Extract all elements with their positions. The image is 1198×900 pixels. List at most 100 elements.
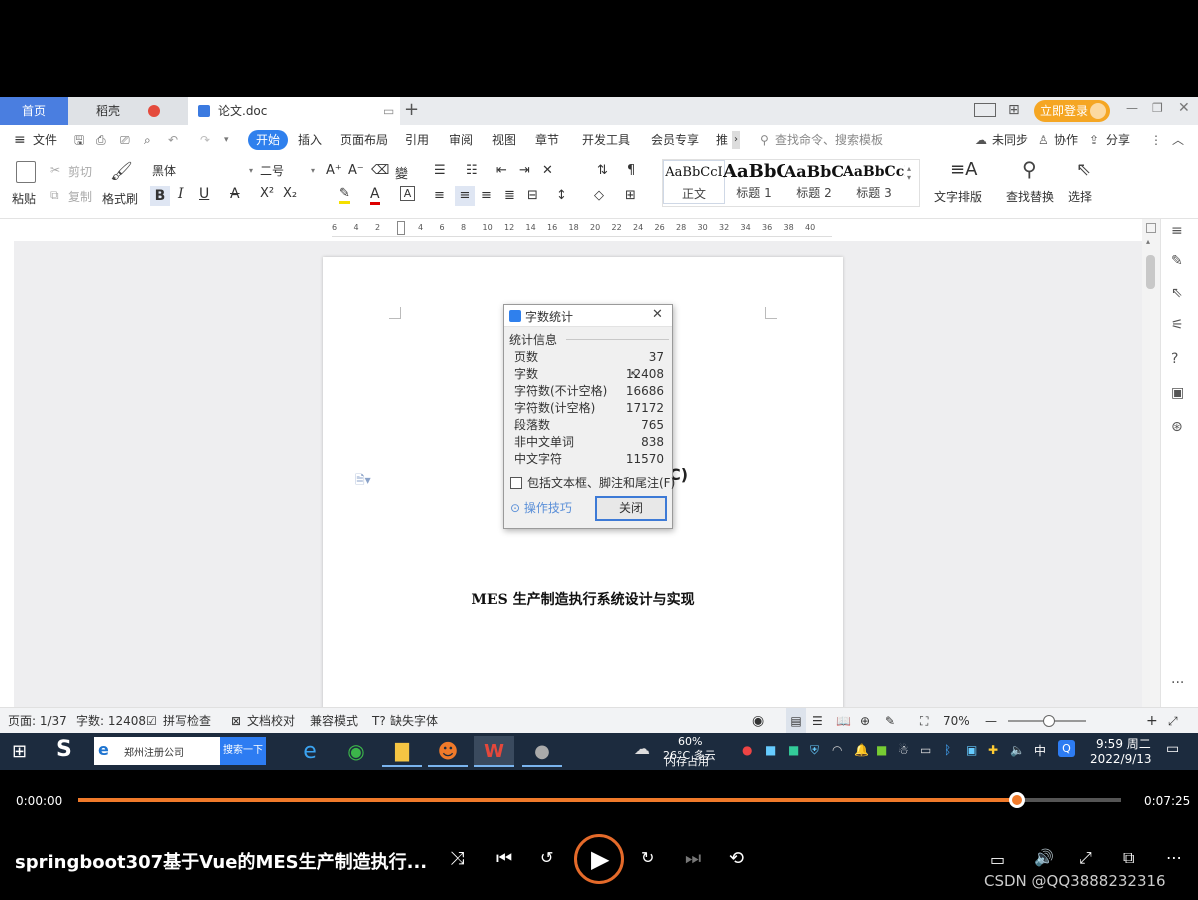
tab-doc[interactable]: 论文.doc ▭ — [188, 97, 400, 125]
menu-insert[interactable]: 插入 — [298, 125, 322, 155]
style-heading-1[interactable]: AaBbC 标题 1 — [723, 160, 785, 204]
undo-icon[interactable]: ↶ — [168, 125, 178, 155]
word-count-indicator[interactable]: 字数: 12408 — [76, 708, 146, 734]
tray-icon-1[interactable]: ● — [742, 743, 752, 757]
vertical-scrollbar[interactable]: ▴ ▾ — [1142, 219, 1160, 740]
paragraph-handle-icon[interactable]: 🗎▾ — [355, 471, 371, 492]
subtitles-icon[interactable]: ▭ — [990, 850, 1005, 869]
login-button[interactable]: 立即登录 — [1034, 100, 1110, 122]
italic-icon[interactable]: I — [178, 186, 184, 202]
menu-file[interactable]: 文件 — [33, 125, 57, 155]
hamburger-icon[interactable]: ≡ — [14, 125, 26, 155]
progress-track[interactable] — [78, 792, 1121, 808]
doc-proofing[interactable]: 文档校对 — [247, 708, 295, 734]
app-orange-icon[interactable]: ☻ — [428, 736, 468, 767]
dialog-close-icon[interactable]: ✕ — [652, 307, 663, 322]
restore-icon[interactable]: ❐ — [1152, 101, 1163, 115]
ime-indicator[interactable]: 中 — [1034, 742, 1046, 759]
more-options-icon[interactable]: ⋯ — [1166, 848, 1182, 867]
collab-button[interactable]: 协作 — [1054, 125, 1078, 155]
scroll-up-icon[interactable]: ▴ — [1146, 237, 1150, 246]
volume-icon[interactable]: 🔊 — [1034, 848, 1054, 867]
gallery-scroll-icon[interactable]: ▴ ▾ — [907, 164, 911, 182]
zoom-level[interactable]: 70% — [943, 708, 970, 734]
size-select[interactable]: 二号 ▾ — [256, 161, 318, 181]
zoom-out-icon[interactable]: — — [985, 708, 997, 734]
image-tool-icon[interactable]: ▣ — [1171, 385, 1184, 401]
copy-button[interactable]: 复制 — [68, 188, 92, 205]
chinese-layout-icon[interactable]: ✕ — [542, 163, 553, 178]
close-window-icon[interactable]: ✕ — [1178, 100, 1190, 116]
subscript-icon[interactable]: X₂ — [283, 186, 297, 201]
style-normal[interactable]: AaBbCcI 正文 — [663, 160, 725, 204]
new-tab-icon[interactable]: + — [404, 99, 419, 120]
repeat-icon[interactable]: ⟲ — [729, 848, 744, 869]
tray-icon-3[interactable]: ■ — [788, 743, 799, 757]
fit-page-icon[interactable]: ⛶ — [920, 708, 928, 734]
input-method-icon[interactable]: Q — [1058, 740, 1075, 757]
show-marks-icon[interactable]: ¶ — [627, 163, 635, 178]
quick-access-chevron-icon[interactable]: ▾ — [224, 125, 229, 155]
underline-icon[interactable]: U — [199, 186, 209, 202]
tray-icon-4[interactable]: ⛨ — [810, 743, 819, 758]
paste-button[interactable]: 粘贴 — [12, 190, 36, 207]
tray-icon-2[interactable]: ■ — [765, 743, 776, 757]
tips-link[interactable]: ⊙ 操作技巧 — [510, 500, 572, 516]
fullscreen-icon[interactable]: ⤢ — [1168, 708, 1178, 734]
char-border-icon[interactable]: A — [400, 186, 415, 201]
format-painter-button[interactable]: 格式刷 — [102, 190, 138, 207]
menu-view[interactable]: 视图 — [492, 125, 516, 155]
font-color-icon[interactable]: A — [370, 186, 380, 205]
write-view-icon[interactable]: ✎ — [885, 708, 895, 734]
action-center-icon[interactable]: ▭ — [1166, 741, 1179, 757]
search-button[interactable]: 搜索一下 — [220, 737, 266, 765]
distribute-icon[interactable]: ⊟ — [527, 188, 538, 203]
tab-monitor-icon[interactable]: ▭ — [383, 97, 394, 125]
sort-icon[interactable]: ⇅ — [597, 163, 608, 178]
wps-taskbar-icon[interactable]: W — [474, 736, 514, 767]
horizontal-ruler[interactable]: 642246810121416182022242628303234363840 — [0, 219, 1142, 241]
tray-icon-6[interactable]: ✚ — [988, 743, 998, 757]
line-spacing-icon[interactable]: ↕ — [556, 188, 567, 203]
paste-icon[interactable] — [16, 161, 36, 183]
cursor-icon[interactable]: ⇖ — [1171, 285, 1183, 301]
cut-button[interactable]: 剪切 — [68, 163, 92, 180]
more-dots-icon[interactable]: ··· — [1171, 675, 1184, 691]
menu-dev-tools[interactable]: 开发工具 — [582, 125, 630, 155]
page-indicator[interactable]: 页面: 1/37 — [8, 708, 67, 734]
increase-font-icon[interactable]: A⁺ — [326, 163, 342, 178]
outline-view-icon[interactable]: ☰ — [812, 708, 823, 734]
borders-icon[interactable]: ⊞ — [625, 188, 636, 203]
scrollbar-top-icon[interactable] — [1146, 223, 1156, 233]
search-box[interactable]: e 郑州注册公司 搜索一下 — [94, 737, 266, 765]
spell-check[interactable]: 拼写检查 — [163, 708, 211, 734]
clear-format-icon[interactable]: ⌫ — [371, 163, 389, 178]
align-center-icon[interactable]: ≡ — [455, 186, 475, 206]
save-icon[interactable]: 🖫 — [74, 125, 84, 155]
browser-green-icon[interactable]: ◉ — [336, 736, 376, 767]
adjust-icon[interactable]: ⚟ — [1171, 317, 1184, 333]
justify-icon[interactable]: ≣ — [504, 188, 515, 203]
export-pdf-icon[interactable]: ⎙ — [96, 125, 106, 155]
menu-references[interactable]: 引用 — [405, 125, 429, 155]
find-replace-button[interactable]: 查找替换 — [1006, 188, 1054, 205]
highlight-icon[interactable]: ✎ — [339, 186, 350, 204]
text-layout-icon[interactable]: ≡A — [950, 159, 977, 180]
select-icon[interactable]: ⇖ — [1076, 159, 1091, 180]
zoom-in-icon[interactable]: + — [1146, 708, 1158, 734]
eye-icon[interactable]: ◉ — [752, 708, 764, 734]
sync-status[interactable]: 未同步 — [992, 125, 1028, 155]
dialog-close-button[interactable]: 关闭 — [595, 496, 667, 521]
file-explorer-icon[interactable]: ▇ — [382, 736, 422, 767]
menu-member[interactable]: 会员专享 — [651, 125, 699, 155]
menu-review[interactable]: 审阅 — [449, 125, 473, 155]
menu-start[interactable]: 开始 — [248, 130, 289, 150]
pen-icon[interactable]: ✎ — [1171, 253, 1183, 269]
share-button[interactable]: 分享 — [1106, 125, 1130, 155]
phonetic-icon[interactable]: 變 — [395, 163, 408, 182]
menu-page-layout[interactable]: 页面布局 — [340, 125, 388, 155]
windows-start-icon[interactable]: ⊞ — [12, 741, 27, 762]
location-icon[interactable]: ⊛ — [1171, 419, 1183, 435]
rewind-10-icon[interactable]: ↺ — [540, 848, 553, 867]
shading-icon[interactable]: ◇ — [594, 188, 604, 203]
